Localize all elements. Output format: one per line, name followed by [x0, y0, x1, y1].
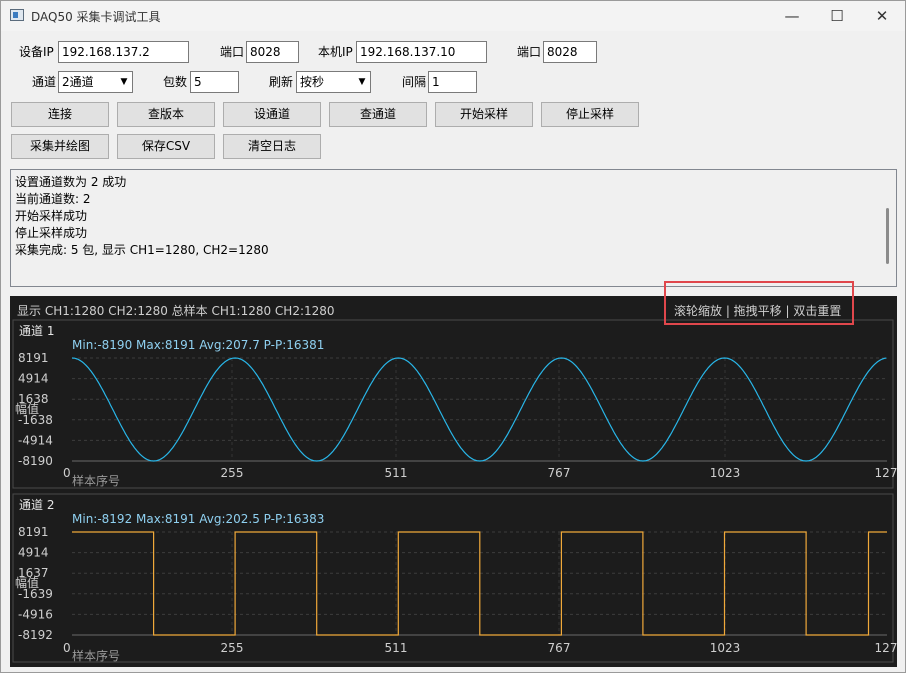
title-bar: DAQ50 采集卡调试工具 — ☐ ✕: [1, 1, 905, 31]
panel-title: 通道 1: [19, 324, 54, 338]
log-textbox[interactable]: 设置通道数为 2 成功 当前通道数: 2 开始采样成功 停止采样成功 采集完成:…: [10, 169, 897, 287]
channel-label: 通道: [32, 75, 57, 89]
y-tick-label: -8192: [18, 628, 53, 642]
start-sampling-button[interactable]: 开始采样: [435, 102, 533, 127]
log-line: 开始采样成功: [15, 209, 88, 223]
chevron-down-icon: ▼: [358, 77, 366, 87]
x-tick-label: 511: [385, 641, 408, 655]
x-tick-label: 255: [221, 641, 244, 655]
x-tick-label: 511: [385, 466, 408, 480]
connect-button[interactable]: 连接: [11, 102, 109, 127]
x-axis-title: 样本序号: [72, 473, 120, 488]
y-tick-label: -4914: [18, 433, 53, 447]
log-scrollbar[interactable]: [879, 170, 896, 286]
panel-stats: Min:-8192 Max:8191 Avg:202.5 P-P:16383: [72, 512, 324, 526]
x-tick-label: 767: [548, 466, 571, 480]
channel-select-value: 2通道: [62, 75, 94, 89]
chevron-down-icon: ▼: [120, 77, 128, 87]
log-scrollbar-thumb[interactable]: [886, 208, 889, 264]
interval-label: 间隔: [402, 75, 427, 89]
x-tick-label: 127: [875, 641, 897, 655]
packets-input[interactable]: 5: [190, 71, 239, 93]
channel-2-panel: 通道 2 Min:-8192 Max:8191 Avg:202.5 P-P:163…: [12, 493, 897, 663]
x-tick-label: 0: [63, 466, 71, 480]
minimize-button[interactable]: —: [769, 1, 815, 31]
x-tick-label: 767: [548, 641, 571, 655]
plot-header-status: 显示 CH1:1280 CH2:1280 总样本 CH1:1280 CH2:12…: [17, 303, 335, 318]
y-tick-label: 8191: [18, 351, 49, 365]
local-port-input[interactable]: 8028: [543, 41, 597, 63]
stop-sampling-button[interactable]: 停止采样: [541, 102, 639, 127]
channel-select[interactable]: 2通道 ▼: [58, 71, 133, 93]
y-tick-label: 4914: [18, 546, 49, 560]
device-ip-label: 设备IP: [19, 45, 54, 59]
log-line: 停止采样成功: [15, 226, 88, 240]
x-tick-label: 1023: [710, 641, 741, 655]
y-axis-title: 幅值: [15, 575, 39, 590]
save-csv-button[interactable]: 保存CSV: [117, 134, 215, 159]
local-ip-label: 本机IP: [318, 45, 353, 59]
sample-and-plot-button[interactable]: 采集并绘图: [11, 134, 109, 159]
device-ip-input[interactable]: 192.168.137.2: [58, 41, 189, 63]
y-tick-label: 8191: [18, 525, 49, 539]
y-tick-label: -8190: [18, 454, 53, 468]
channel-1-panel: 通道 1 Min:-8190 Max:8191 Avg:207.7 P-P:163…: [12, 319, 897, 489]
refresh-select-value: 按秒: [300, 75, 325, 89]
log-line: 设置通道数为 2 成功: [15, 175, 127, 189]
panel-title: 通道 2: [19, 498, 54, 512]
device-port-label: 端口: [220, 45, 245, 59]
highlight-box: [664, 281, 854, 325]
app-window: DAQ50 采集卡调试工具 — ☐ ✕ 设备IP 192.168.137.2 端…: [0, 0, 906, 673]
x-tick-label: 255: [221, 466, 244, 480]
y-tick-label: 4914: [18, 372, 49, 386]
app-icon: [10, 9, 24, 21]
series-line: [72, 531, 887, 636]
clear-log-button[interactable]: 清空日志: [223, 134, 321, 159]
query-channel-button[interactable]: 查通道: [329, 102, 427, 127]
y-tick-label: -4916: [18, 607, 53, 621]
series-line: [71, 357, 887, 462]
set-channel-button[interactable]: 设通道: [223, 102, 321, 127]
device-port-input[interactable]: 8028: [246, 41, 299, 63]
refresh-select[interactable]: 按秒 ▼: [296, 71, 371, 93]
log-line: 当前通道数: 2: [15, 192, 91, 206]
query-version-button[interactable]: 查版本: [117, 102, 215, 127]
x-axis-title: 样本序号: [72, 648, 120, 663]
local-ip-input[interactable]: 192.168.137.10: [356, 41, 487, 63]
plot-area[interactable]: 显示 CH1:1280 CH2:1280 总样本 CH1:1280 CH2:12…: [10, 296, 897, 667]
window-title: DAQ50 采集卡调试工具: [31, 10, 161, 24]
panel-stats: Min:-8190 Max:8191 Avg:207.7 P-P:16381: [72, 338, 324, 352]
y-axis-title: 幅值: [15, 401, 39, 416]
close-button[interactable]: ✕: [859, 1, 905, 31]
x-tick-label: 0: [63, 641, 71, 655]
packets-label: 包数: [163, 75, 188, 89]
plot-canvas[interactable]: 显示 CH1:1280 CH2:1280 总样本 CH1:1280 CH2:12…: [10, 296, 897, 667]
x-tick-label: 127: [875, 466, 897, 480]
refresh-label: 刷新: [269, 75, 294, 89]
local-port-label: 端口: [517, 45, 542, 59]
maximize-button[interactable]: ☐: [814, 1, 860, 31]
interval-input[interactable]: 1: [428, 71, 477, 93]
x-tick-label: 1023: [710, 466, 741, 480]
log-line: 采集完成: 5 包, 显示 CH1=1280, CH2=1280: [15, 243, 269, 257]
